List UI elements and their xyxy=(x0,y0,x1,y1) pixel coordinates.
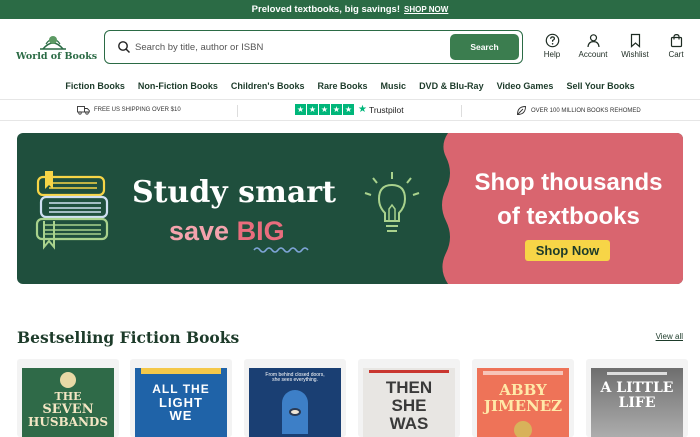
book-card[interactable]: From behind closed doors, she sees every… xyxy=(244,359,346,437)
trustpilot-logo: ★ Trustpilot xyxy=(358,104,404,115)
shop-now-button[interactable]: Shop Now xyxy=(525,240,610,261)
banner-shop-line-2: of textbooks xyxy=(497,203,640,230)
bookmark-icon xyxy=(630,33,640,48)
site-header: World of Books Search Help Account Wishl… xyxy=(0,19,700,75)
star-icon: ★ xyxy=(307,104,318,115)
section-title: Bestselling Fiction Books xyxy=(17,328,240,347)
book-title-line: WE xyxy=(169,408,193,424)
nav-item-rare-books[interactable]: Rare Books xyxy=(318,75,368,97)
banner-wave-edge xyxy=(442,133,456,284)
logo[interactable]: World of Books xyxy=(16,33,98,63)
logo-text: World of Books xyxy=(16,51,98,62)
trustpilot-rating[interactable]: ★ ★ ★ ★ ★ ★ Trustpilot xyxy=(295,104,404,115)
book-card[interactable]: THEN SHE WAS xyxy=(358,359,460,437)
book-carousel: THE SEVEN HUSBANDS ALL THE LIGHT WE From… xyxy=(17,359,697,437)
help-button[interactable]: Help xyxy=(532,33,572,59)
nav-item-music[interactable]: Music xyxy=(381,75,407,97)
rehomed-text: OVER 100 MILLION BOOKS REHOMED xyxy=(531,107,641,114)
book-cover-stripe xyxy=(369,370,449,373)
trustpilot-text: Trustpilot xyxy=(368,104,404,115)
help-label: Help xyxy=(543,50,561,59)
rehomed-info: OVER 100 MILLION BOOKS REHOMED xyxy=(516,105,641,116)
book-title-line: HUSBANDS xyxy=(28,415,108,430)
book-cover[interactable]: ALL THE LIGHT WE xyxy=(135,368,227,437)
book-tagline-line: she sees everything. xyxy=(272,377,318,384)
shopping-bag-icon xyxy=(670,33,682,48)
globe-book-icon xyxy=(40,36,66,50)
squiggle-underline xyxy=(253,247,309,253)
book-title-line: LIGHT xyxy=(159,394,203,410)
book-cover-stripe xyxy=(483,371,563,375)
book-title-line: THE xyxy=(54,390,82,403)
nav-item-fiction-books[interactable]: Fiction Books xyxy=(65,75,125,97)
trustpilot-star-icon: ★ xyxy=(358,104,367,115)
book-title-line: LIFE xyxy=(618,394,656,411)
banner-title: Study smart xyxy=(132,175,336,210)
search-bar: Search xyxy=(104,30,523,64)
cart-button[interactable]: Cart xyxy=(656,33,696,59)
user-icon xyxy=(586,34,600,48)
truck-icon xyxy=(77,106,90,115)
promo-shop-now-link[interactable]: SHOP NOW xyxy=(404,5,448,14)
star-icon: ★ xyxy=(343,104,354,115)
book-cover[interactable]: ABBY JIMENEZ xyxy=(477,368,569,437)
search-button[interactable]: Search xyxy=(450,34,519,60)
banner-subtitle-prefix: save xyxy=(169,216,237,246)
search-icon xyxy=(118,41,131,54)
book-cover[interactable]: THEN SHE WAS xyxy=(363,368,455,437)
book-cover[interactable]: From behind closed doors, she sees every… xyxy=(249,368,341,437)
book-cover[interactable]: THE SEVEN HUSBANDS xyxy=(22,368,114,437)
promo-bar: Preloved textbooks, big savings! SHOP NO… xyxy=(0,0,700,19)
shipping-text: FREE US SHIPPING OVER $10 xyxy=(94,107,181,113)
help-circle-icon xyxy=(545,33,559,48)
book-title-line: SEVEN xyxy=(42,401,94,417)
trust-divider xyxy=(237,105,238,117)
book-card[interactable]: ABBY JIMENEZ xyxy=(472,359,574,437)
book-card[interactable]: ALL THE LIGHT WE xyxy=(130,359,232,437)
shipping-info: FREE US SHIPPING OVER $10 xyxy=(77,105,181,115)
nav-item-dvd-blu-ray[interactable]: DVD & Blu-Ray xyxy=(419,75,484,97)
book-cover[interactable]: A LITTLE LIFE xyxy=(591,368,683,437)
book-title-line: A LITTLE xyxy=(600,380,674,396)
star-icon: ★ xyxy=(319,104,330,115)
eye-icon xyxy=(289,407,301,416)
nav-item-sell-your-books[interactable]: Sell Your Books xyxy=(566,75,634,97)
book-card[interactable]: THE SEVEN HUSBANDS xyxy=(17,359,119,437)
book-stack-icon xyxy=(35,171,109,250)
book-title-line: JIMENEZ xyxy=(483,396,563,415)
view-all-link[interactable]: View all xyxy=(656,332,683,341)
lightbulb-icon xyxy=(364,172,420,232)
banner-subtitle-big: BIG xyxy=(236,216,285,246)
book-card[interactable]: A LITTLE LIFE xyxy=(586,359,688,437)
trust-divider xyxy=(461,105,462,117)
wishlist-label: Wishlist xyxy=(621,50,649,59)
book-badge xyxy=(514,420,532,437)
trustpilot-stars: ★ ★ ★ ★ ★ xyxy=(295,104,354,115)
book-title-line: ALL THE xyxy=(152,382,210,396)
book-title-line: SHE xyxy=(391,395,427,415)
banner-shop-line-1: Shop thousands xyxy=(474,169,663,196)
nav-item-non-fiction-books[interactable]: Non-Fiction Books xyxy=(138,75,218,97)
hero-banner[interactable]: Study smart save BIG Shop thousands of t… xyxy=(17,133,683,284)
keyhole-graphic xyxy=(282,389,308,434)
cart-label: Cart xyxy=(668,50,684,59)
wishlist-button[interactable]: Wishlist xyxy=(615,33,655,59)
promo-text: Preloved textbooks, big savings! xyxy=(251,4,401,15)
leaf-icon xyxy=(517,106,526,115)
nav-item-childrens-books[interactable]: Children's Books xyxy=(231,75,305,97)
star-icon: ★ xyxy=(295,104,306,115)
account-button[interactable]: Account xyxy=(573,33,613,59)
nav-item-video-games[interactable]: Video Games xyxy=(497,75,554,97)
star-icon: ★ xyxy=(331,104,342,115)
book-cover-stripe xyxy=(141,368,221,374)
book-title-line: WAS xyxy=(389,413,429,433)
search-input[interactable] xyxy=(135,38,435,56)
account-label: Account xyxy=(578,50,608,59)
book-title-line: THEN xyxy=(385,378,433,397)
category-nav: Fiction Books Non-Fiction Books Children… xyxy=(0,75,700,97)
trust-bar: FREE US SHIPPING OVER $10 ★ ★ ★ ★ ★ ★ Tr… xyxy=(0,99,700,121)
book-badge xyxy=(60,372,76,388)
book-cover-stripe xyxy=(607,372,667,375)
banner-subtitle: save BIG xyxy=(169,216,285,247)
